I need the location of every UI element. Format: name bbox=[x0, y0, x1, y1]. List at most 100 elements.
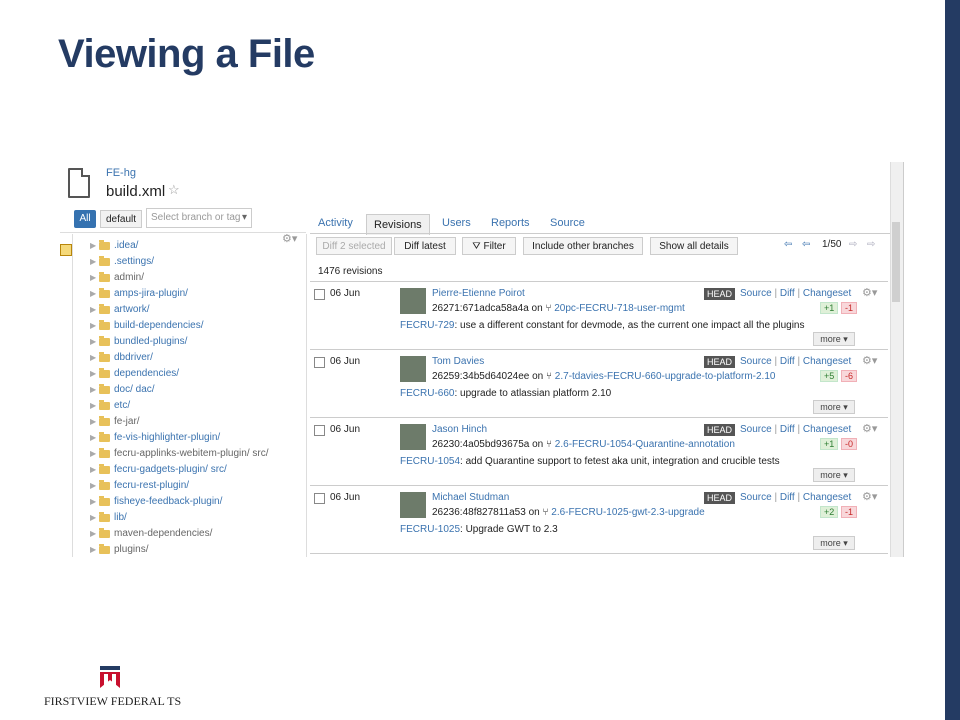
gear-icon[interactable]: ⚙▾ bbox=[862, 490, 877, 503]
revision-checkbox[interactable] bbox=[314, 357, 325, 368]
tab-source[interactable]: Source bbox=[550, 217, 585, 229]
issue-key-link[interactable]: FECRU-1054 bbox=[400, 456, 460, 467]
tab-reports[interactable]: Reports bbox=[491, 217, 530, 229]
avatar[interactable] bbox=[400, 356, 426, 382]
revision-checkbox[interactable] bbox=[314, 493, 325, 504]
diff-link[interactable]: Diff bbox=[780, 424, 795, 435]
source-link[interactable]: Source bbox=[740, 424, 772, 435]
chevron-right-icon[interactable]: ▶ bbox=[90, 382, 96, 398]
filter-button[interactable]: ⛛ Filter bbox=[462, 237, 516, 255]
more-button[interactable]: more ▾ bbox=[813, 332, 855, 346]
gear-icon[interactable]: ⚙▾ bbox=[862, 422, 877, 435]
all-branches-button[interactable]: All bbox=[74, 210, 96, 228]
issue-key-link[interactable]: FECRU-1025 bbox=[400, 524, 460, 535]
diff-latest-button[interactable]: Diff latest bbox=[394, 237, 456, 255]
tree-item[interactable]: ▶ fecru-rest-plugin/ bbox=[90, 478, 306, 494]
chevron-right-icon[interactable]: ▶ bbox=[90, 270, 96, 286]
chevron-right-icon[interactable]: ▶ bbox=[90, 430, 96, 446]
scrollbar-thumb[interactable] bbox=[892, 222, 900, 302]
tree-item[interactable]: ▶ .idea/ bbox=[90, 238, 306, 254]
tree-item[interactable]: ▶ fe-vis-highlighter-plugin/ bbox=[90, 430, 306, 446]
tree-item[interactable]: ▶ maven-dependencies/ bbox=[90, 526, 306, 542]
chevron-right-icon[interactable]: ▶ bbox=[90, 542, 96, 557]
show-all-details-button[interactable]: Show all details bbox=[650, 237, 738, 255]
default-branch-button[interactable]: default bbox=[100, 210, 142, 228]
more-button[interactable]: more ▾ bbox=[813, 468, 855, 482]
tree-toggle-icon[interactable] bbox=[60, 244, 72, 256]
tab-activity[interactable]: Activity bbox=[318, 217, 353, 229]
changeset-link[interactable]: Changeset bbox=[803, 492, 851, 503]
next-page-icon[interactable]: ⇨ bbox=[849, 239, 857, 250]
tree-item[interactable]: ▶ admin/ bbox=[90, 270, 306, 286]
chevron-right-icon[interactable]: ▶ bbox=[90, 366, 96, 382]
star-icon[interactable]: ☆ bbox=[168, 182, 180, 198]
branch-link[interactable]: 2.6-FECRU-1025-gwt-2.3-upgrade bbox=[551, 507, 704, 518]
tree-item[interactable]: ▶ build-dependencies/ bbox=[90, 318, 306, 334]
avatar[interactable] bbox=[400, 492, 426, 518]
changeset-id[interactable]: 26236:48f827811a53 bbox=[432, 507, 526, 518]
diff-link[interactable]: Diff bbox=[780, 356, 795, 367]
diff-link[interactable]: Diff bbox=[780, 492, 795, 503]
tree-item[interactable]: ▶ etc/ bbox=[90, 398, 306, 414]
source-link[interactable]: Source bbox=[740, 288, 772, 299]
tab-revisions[interactable]: Revisions bbox=[366, 214, 430, 235]
tree-item[interactable]: ▶ plugins/ bbox=[90, 542, 306, 557]
branch-link[interactable]: 2.7-tdavies-FECRU-660-upgrade-to-platfor… bbox=[555, 371, 776, 382]
include-branches-button[interactable]: Include other branches bbox=[523, 237, 643, 255]
more-button[interactable]: more ▾ bbox=[813, 536, 855, 550]
diff-selected-button[interactable]: Diff 2 selected bbox=[316, 237, 392, 255]
last-page-icon[interactable]: ⇨ bbox=[867, 239, 875, 250]
author-link[interactable]: Pierre-Etienne Poirot bbox=[432, 288, 525, 299]
prev-page-icon[interactable]: ⇦ bbox=[802, 239, 810, 250]
chevron-right-icon[interactable]: ▶ bbox=[90, 334, 96, 350]
tree-item[interactable]: ▶ bundled-plugins/ bbox=[90, 334, 306, 350]
chevron-right-icon[interactable]: ▶ bbox=[90, 494, 96, 510]
tree-item[interactable]: ▶ fecru-gadgets-plugin/ src/ bbox=[90, 462, 306, 478]
issue-key-link[interactable]: FECRU-660 bbox=[400, 388, 454, 399]
tab-users[interactable]: Users bbox=[442, 217, 471, 229]
avatar[interactable] bbox=[400, 288, 426, 314]
chevron-right-icon[interactable]: ▶ bbox=[90, 526, 96, 542]
source-link[interactable]: Source bbox=[740, 356, 772, 367]
changeset-link[interactable]: Changeset bbox=[803, 356, 851, 367]
tree-item[interactable]: ▶ dbdriver/ bbox=[90, 350, 306, 366]
branch-link[interactable]: 2.6-FECRU-1054-Quarantine-annotation bbox=[555, 439, 735, 450]
avatar[interactable] bbox=[400, 424, 426, 450]
tree-item[interactable]: ▶ lib/ bbox=[90, 510, 306, 526]
tree-item[interactable]: ▶ fe-jar/ bbox=[90, 414, 306, 430]
changeset-id[interactable]: 26230:4a05bd93675a bbox=[432, 439, 529, 450]
changeset-id[interactable]: 26271:671adca58a4a bbox=[432, 303, 529, 314]
repo-link[interactable]: FE-hg bbox=[106, 167, 136, 179]
gear-icon[interactable]: ⚙▾ bbox=[862, 354, 877, 367]
chevron-right-icon[interactable]: ▶ bbox=[90, 238, 96, 254]
tree-item[interactable]: ▶ amps-jira-plugin/ bbox=[90, 286, 306, 302]
changeset-id[interactable]: 26259:34b5d64024ee bbox=[432, 371, 529, 382]
gear-icon[interactable]: ⚙▾ bbox=[862, 286, 877, 299]
chevron-right-icon[interactable]: ▶ bbox=[90, 318, 96, 334]
changeset-link[interactable]: Changeset bbox=[803, 424, 851, 435]
first-page-icon[interactable]: ⇦ bbox=[784, 239, 792, 250]
changeset-link[interactable]: Changeset bbox=[803, 288, 851, 299]
tree-item[interactable]: ▶ .settings/ bbox=[90, 254, 306, 270]
chevron-right-icon[interactable]: ▶ bbox=[90, 510, 96, 526]
tree-item[interactable]: ▶ doc/ dac/ bbox=[90, 382, 306, 398]
chevron-right-icon[interactable]: ▶ bbox=[90, 286, 96, 302]
revision-checkbox[interactable] bbox=[314, 425, 325, 436]
author-link[interactable]: Michael Studman bbox=[432, 492, 509, 503]
chevron-right-icon[interactable]: ▶ bbox=[90, 446, 96, 462]
chevron-right-icon[interactable]: ▶ bbox=[90, 398, 96, 414]
chevron-right-icon[interactable]: ▶ bbox=[90, 302, 96, 318]
author-link[interactable]: Jason Hinch bbox=[432, 424, 487, 435]
branch-select[interactable]: Select branch or tag ▾ bbox=[146, 208, 252, 228]
tree-item[interactable]: ▶ dependencies/ bbox=[90, 366, 306, 382]
source-link[interactable]: Source bbox=[740, 492, 772, 503]
tree-item[interactable]: ▶ fisheye-feedback-plugin/ bbox=[90, 494, 306, 510]
issue-key-link[interactable]: FECRU-729 bbox=[400, 320, 454, 331]
revision-checkbox[interactable] bbox=[314, 289, 325, 300]
chevron-right-icon[interactable]: ▶ bbox=[90, 254, 96, 270]
chevron-right-icon[interactable]: ▶ bbox=[90, 462, 96, 478]
chevron-right-icon[interactable]: ▶ bbox=[90, 350, 96, 366]
chevron-right-icon[interactable]: ▶ bbox=[90, 478, 96, 494]
more-button[interactable]: more ▾ bbox=[813, 400, 855, 414]
branch-link[interactable]: 20pc-FECRU-718-user-mgmt bbox=[554, 303, 685, 314]
